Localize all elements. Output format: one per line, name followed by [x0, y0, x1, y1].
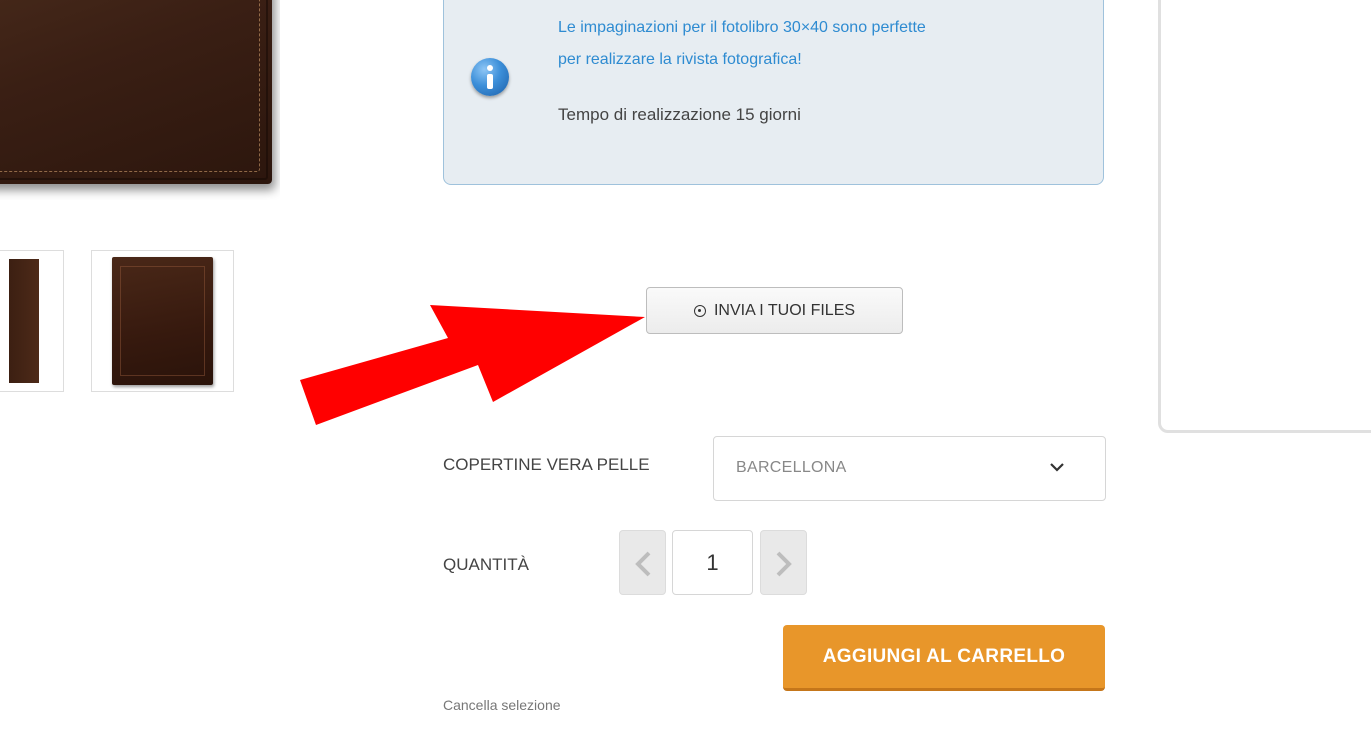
quantity-input[interactable]: 1: [672, 530, 753, 595]
cover-select-value: BARCELLONA: [736, 459, 847, 476]
chevron-down-icon: [1050, 463, 1064, 472]
chevron-left-icon: [635, 551, 651, 577]
add-to-cart-label: AGGIUNGI AL CARRELLO: [822, 645, 1066, 667]
quantity-decrement-button[interactable]: [619, 530, 666, 595]
upload-files-button[interactable]: INVIA I TUOI FILES: [646, 287, 903, 334]
thumbnail-image: [112, 257, 213, 385]
info-link-line1: Le impaginazioni per il fotolibro 30×40 …: [558, 19, 926, 36]
add-to-cart-button[interactable]: AGGIUNGI AL CARRELLO: [783, 625, 1105, 691]
quantity-label: QUANTITÀ: [443, 555, 529, 574]
info-link-line2: per realizzare la rivista fotografica!: [558, 51, 802, 68]
side-panel: [1158, 0, 1371, 433]
leather-cover: [0, 0, 272, 184]
product-thumbnail[interactable]: [0, 250, 64, 392]
product-thumbnail[interactable]: [91, 250, 234, 392]
cover-option-label: COPERTINE VERA PELLE: [443, 455, 650, 474]
info-link[interactable]: Le impaginazioni per il fotolibro 30×40 …: [558, 12, 1088, 76]
quantity-increment-button[interactable]: [760, 530, 807, 595]
clear-selection-link[interactable]: Cancella selezione: [443, 697, 561, 713]
thumbnail-image: [9, 259, 39, 383]
chevron-right-icon: [776, 551, 792, 577]
info-icon: [471, 58, 509, 96]
upload-circle-icon: [693, 304, 706, 317]
red-arrow-annotation: [300, 305, 645, 425]
production-time-text: Tempo di realizzazione 15 giorni: [558, 105, 801, 124]
upload-files-label: INVIA I TUOI FILES: [713, 301, 856, 319]
product-main-image[interactable]: [0, 0, 280, 200]
